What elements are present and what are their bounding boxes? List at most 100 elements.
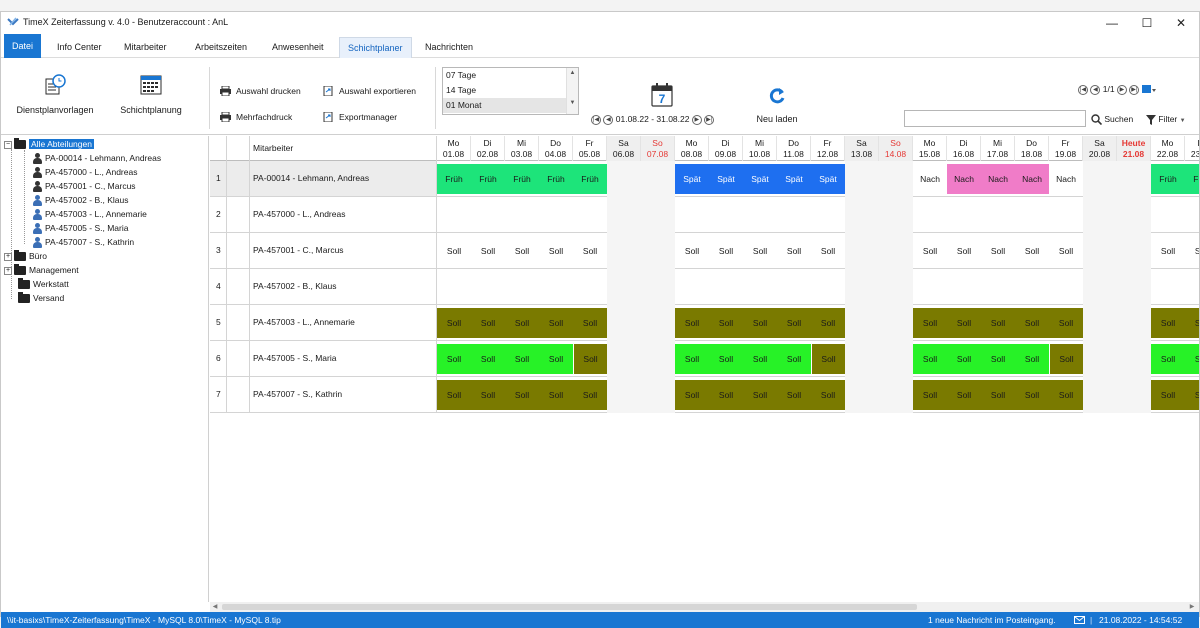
shift-cell[interactable]: Soll <box>743 308 777 338</box>
auswahl-exportieren-button[interactable]: Auswahl exportieren <box>323 84 416 98</box>
shift-cell[interactable]: Spät <box>777 164 811 194</box>
shift-cell[interactable]: Soll <box>675 236 709 266</box>
day-header[interactable]: Di23.08 <box>1185 136 1199 161</box>
range-option-7[interactable]: 07 Tage <box>443 68 578 83</box>
shift-cell[interactable]: Soll <box>505 236 539 266</box>
tree-employee[interactable]: PA-457000 - L., Andreas <box>33 165 137 179</box>
tree-employee[interactable]: PA-457001 - C., Marcus <box>33 179 136 193</box>
shift-cell[interactable]: Soll <box>947 308 981 338</box>
tree-department[interactable]: + Büro <box>4 249 47 263</box>
table-row[interactable]: 5 PA-457003 - L., Annemarie Soll Soll Soll So… <box>210 305 1199 341</box>
shift-cell[interactable]: Soll <box>437 308 471 338</box>
shift-cell[interactable]: Soll <box>777 344 811 374</box>
shift-cell[interactable]: Soll <box>573 344 607 374</box>
day-header[interactable]: Fr 19.08 <box>1049 136 1083 161</box>
range-listbox[interactable]: 07 Tage 14 Tage 01 Monat ▲ ▼ <box>442 67 579 115</box>
day-header[interactable]: Mo 22.08 <box>1151 136 1185 161</box>
scroll-right-icon[interactable]: ▶ <box>1187 602 1197 612</box>
tab-schichtplaner[interactable]: Schichtplaner <box>339 37 412 58</box>
shift-cell[interactable]: Spät <box>709 164 743 194</box>
shift-cell[interactable]: Soll <box>539 344 573 374</box>
day-header[interactable]: So 07.08 <box>641 136 675 161</box>
shift-cell[interactable]: Soll <box>913 308 947 338</box>
table-row[interactable]: 7 PA-457007 - S., Kathrin Soll Soll Soll Soll… <box>210 377 1199 413</box>
shift-cell[interactable]: Spät <box>675 164 709 194</box>
shift-cell[interactable]: Soll <box>437 236 471 266</box>
table-row[interactable]: 1 PA-00014 - Lehmann, Andreas Früh Früh Früh… <box>210 161 1199 197</box>
shift-cell[interactable]: Soll <box>675 380 709 410</box>
day-header[interactable]: Di 16.08 <box>947 136 981 161</box>
table-row[interactable]: 2 PA-457000 - L., Andreas <box>210 197 1199 233</box>
next-period-icon[interactable]: ▶ <box>691 114 702 125</box>
auswahl-drucken-button[interactable]: Auswahl drucken <box>220 84 301 98</box>
shift-cell[interactable]: Soll <box>573 236 607 266</box>
table-row[interactable]: 4 PA-457002 - B., Klaus <box>210 269 1199 305</box>
shift-cell[interactable]: Soll <box>1015 236 1049 266</box>
day-header[interactable]: Do 11.08 <box>777 136 811 161</box>
minimize-button[interactable]: — <box>1095 12 1129 34</box>
shift-cell[interactable]: Soll <box>505 344 539 374</box>
employee-name-cell[interactable]: PA-457003 - L., Annemarie <box>250 305 437 340</box>
shift-cell[interactable]: Früh <box>573 164 607 194</box>
shift-cell[interactable]: Soll <box>947 344 981 374</box>
shift-cell[interactable]: Spät <box>811 164 845 194</box>
day-header[interactable]: Sa 06.08 <box>607 136 641 161</box>
employee-name-cell[interactable]: PA-457001 - C., Marcus <box>250 233 437 268</box>
tree-root-alle-abteilungen[interactable]: − Alle Abteilungen <box>4 137 94 151</box>
tab-arbeitszeiten[interactable]: Arbeitszeiten <box>187 37 255 58</box>
shift-cell[interactable]: Soll <box>777 236 811 266</box>
day-header[interactable]: Mo 01.08 <box>437 136 471 161</box>
prev-page-icon[interactable]: ◀ <box>1090 84 1101 95</box>
shift-cell[interactable]: Soll <box>811 308 845 338</box>
shift-cell[interactable]: Soll <box>471 236 505 266</box>
status-message[interactable]: 1 neue Nachricht im Posteingang. <box>928 612 1056 628</box>
shift-cell[interactable]: Soll <box>981 344 1015 374</box>
next-page-icon[interactable]: ▶ <box>1116 84 1127 95</box>
shift-cell[interactable]: Soll <box>709 380 743 410</box>
expand-icon[interactable]: + <box>4 266 12 275</box>
shift-cell[interactable]: Früh <box>539 164 573 194</box>
scroll-left-icon[interactable]: ◀ <box>210 602 220 612</box>
shift-cell[interactable]: Soll <box>1185 380 1199 410</box>
shift-cell[interactable]: Soll <box>777 308 811 338</box>
tab-anwesenheit[interactable]: Anwesenheit <box>264 37 332 58</box>
shift-cell[interactable]: Soll <box>743 236 777 266</box>
calendar-button[interactable]: 7 <box>651 83 673 107</box>
shift-cell[interactable]: Früh <box>1185 164 1199 194</box>
day-header[interactable]: Di 09.08 <box>709 136 743 161</box>
day-header[interactable]: Heute 21.08 <box>1117 136 1151 161</box>
tab-datei[interactable]: Datei <box>4 34 42 58</box>
range-option-month[interactable]: 01 Monat <box>443 98 578 113</box>
shift-cell[interactable]: Soll <box>1151 380 1185 410</box>
employee-name-cell[interactable]: PA-457002 - B., Klaus <box>250 269 437 304</box>
shift-cell[interactable]: Früh <box>471 164 505 194</box>
shift-cell[interactable]: Soll <box>1015 344 1049 374</box>
table-row[interactable]: 3 PA-457001 - C., Marcus Soll Soll Soll Soll S… <box>210 233 1199 269</box>
shift-cell[interactable]: Früh <box>505 164 539 194</box>
neu-laden-button[interactable]: Neu laden <box>749 86 805 124</box>
shift-cell[interactable]: Soll <box>1015 380 1049 410</box>
shift-cell[interactable]: Soll <box>539 236 573 266</box>
day-header[interactable]: Do 04.08 <box>539 136 573 161</box>
tree-employee[interactable]: PA-457005 - S., Maria <box>33 221 128 235</box>
tab-info-center[interactable]: Info Center <box>49 37 110 58</box>
shift-cell[interactable]: Nach <box>913 164 947 194</box>
employee-name-cell[interactable]: PA-457005 - S., Maria <box>250 341 437 376</box>
tree-employee[interactable]: PA-457007 - S., Kathrin <box>33 235 134 249</box>
employee-name-cell[interactable]: PA-00014 - Lehmann, Andreas <box>250 161 437 196</box>
shift-cell[interactable]: Soll <box>743 380 777 410</box>
shift-cell[interactable]: Soll <box>1151 236 1185 266</box>
shift-cell[interactable]: Früh <box>1151 164 1185 194</box>
shift-cell[interactable]: Soll <box>1151 344 1185 374</box>
day-header[interactable]: Mi 10.08 <box>743 136 777 161</box>
shift-cell[interactable]: Soll <box>913 380 947 410</box>
prev-period-icon[interactable]: ◀ <box>603 114 614 125</box>
shift-cell[interactable]: Nach <box>1049 164 1083 194</box>
collapse-icon[interactable]: − <box>4 140 12 149</box>
search-button[interactable]: Suchen <box>1091 112 1133 126</box>
search-input[interactable] <box>904 110 1086 127</box>
shift-cell[interactable]: Nach <box>981 164 1015 194</box>
shift-cell[interactable]: Soll <box>811 344 845 374</box>
dienstplanvorlagen-button[interactable]: Dienstplanvorlagen <box>9 73 101 115</box>
close-button[interactable]: ✕ <box>1164 12 1198 34</box>
